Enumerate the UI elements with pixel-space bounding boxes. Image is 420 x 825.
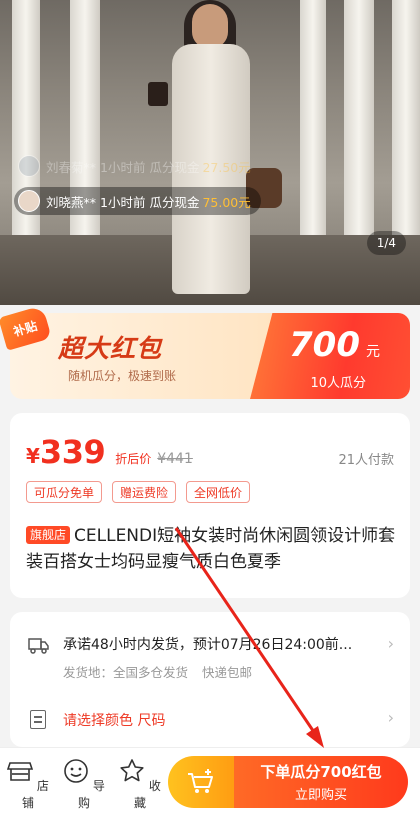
barrage-amount: 27.50元 bbox=[202, 159, 251, 175]
barrage-message: 刘晓燕** 1小时前 瓜分现金 75.00元 bbox=[14, 187, 261, 215]
tag-shipping-insurance[interactable]: 赠运费险 bbox=[112, 481, 177, 503]
barrage-action: 瓜分现金 bbox=[149, 159, 200, 175]
document-icon bbox=[30, 710, 46, 729]
avatar bbox=[18, 155, 40, 177]
model-face bbox=[192, 4, 228, 48]
original-price: ¥441 bbox=[157, 451, 193, 467]
promo-title: 超大红包 bbox=[58, 334, 163, 363]
barrage-user: 刘晓燕** bbox=[46, 194, 97, 210]
image-counter: 1/4 bbox=[366, 231, 406, 255]
star-icon bbox=[120, 759, 144, 782]
barrage-action: 瓜分现金 bbox=[149, 194, 200, 210]
paid-count: 21人付款 bbox=[338, 453, 394, 468]
promo-amount-value: 700 bbox=[289, 325, 360, 365]
product-title: 旗舰店 CELLENDI短袖女装时尚休闲圆领设计师套装百搭女士均码显瘦气质白色夏季 bbox=[26, 523, 398, 575]
truck-icon bbox=[28, 638, 49, 654]
price-value: 339 bbox=[39, 433, 106, 471]
flagship-store-badge: 旗舰店 bbox=[26, 526, 71, 544]
tag-lowest-price[interactable]: 全网低价 bbox=[186, 481, 251, 503]
currency-symbol: ¥ bbox=[26, 444, 40, 468]
promo-left: 超大红包 随机瓜分，极速到账 bbox=[10, 313, 280, 399]
customer-service-button[interactable]: 导购 bbox=[62, 758, 106, 811]
promo-subtitle: 随机瓜分，极速到账 bbox=[68, 369, 177, 383]
model-cup bbox=[148, 82, 168, 106]
store-icon bbox=[6, 762, 34, 781]
product-image-carousel[interactable]: 刘春菊** 1小时前 瓜分现金 27.50元 刘晓燕** 1小时前 瓜分现金 7… bbox=[0, 0, 420, 305]
chevron-right-icon[interactable]: › bbox=[388, 634, 394, 653]
add-to-cart-button[interactable] bbox=[168, 756, 234, 808]
barrage-message: 刘春菊** 1小时前 瓜分现金 27.50元 bbox=[14, 152, 261, 180]
customer-service-icon bbox=[64, 759, 88, 783]
select-spec-prompt[interactable]: 请选择颜色 尺码 bbox=[63, 710, 165, 730]
buy-now-button[interactable]: 下单瓜分700红包 立即购买 bbox=[234, 756, 408, 808]
bottom-action-bar: 店铺 导购 收藏 下单瓜分700红包 立即购买 bbox=[0, 747, 420, 825]
cart-icon bbox=[188, 769, 213, 793]
free-shipping-label: 快递包邮 bbox=[202, 665, 253, 680]
store-button[interactable]: 店铺 bbox=[6, 758, 50, 811]
purchase-buttons: 下单瓜分700红包 立即购买 bbox=[168, 756, 408, 808]
shipping-card: 承诺48小时内发货，预计07月26日24:00前... 发货地：全国多仓发货 快递… bbox=[10, 612, 410, 747]
price-card: ¥ 339 折后价 ¥441 21人付款 可瓜分免单 赠运费险 全网低价 旗舰店… bbox=[10, 413, 410, 598]
buy-main-label: 下单瓜分700红包 bbox=[260, 763, 382, 781]
barrage-time: 1小时前 bbox=[100, 194, 146, 210]
promo-amount-unit: 元 bbox=[366, 344, 380, 360]
chevron-right-icon[interactable]: › bbox=[388, 708, 394, 727]
buy-sub-label: 立即购买 bbox=[294, 788, 347, 803]
product-detail-page: 刘春菊** 1小时前 瓜分现金 27.50元 刘晓燕** 1小时前 瓜分现金 7… bbox=[0, 0, 420, 825]
shipping-origin: 发货地：全国多仓发货 bbox=[63, 665, 189, 680]
tag-list: 可瓜分免单 赠运费险 全网低价 bbox=[26, 481, 251, 503]
barrage-user: 刘春菊** bbox=[46, 159, 97, 175]
red-packet-banner[interactable]: 超大红包 随机瓜分，极速到账 700 元 10人瓜分 bbox=[10, 313, 410, 399]
promo-people-count: 10人瓜分 bbox=[310, 376, 366, 391]
price-after-label: 折后价 bbox=[115, 452, 152, 466]
promo-amount: 700 元 bbox=[289, 325, 380, 365]
barrage-amount: 75.00元 bbox=[202, 194, 251, 210]
shipping-details: 发货地：全国多仓发货 快递包邮 bbox=[63, 662, 252, 681]
favorite-button[interactable]: 收藏 bbox=[118, 758, 162, 811]
product-title-text: CELLENDI短袖女装时尚休闲圆领设计师套装百搭女士均码显瘦气质白色夏季 bbox=[26, 526, 396, 572]
shipping-promise[interactable]: 承诺48小时内发货，预计07月26日24:00前... bbox=[63, 634, 352, 654]
price-row: ¥ 339 折后价 ¥441 bbox=[26, 433, 193, 471]
promo-amount-panel: 700 元 10人瓜分 bbox=[250, 313, 410, 399]
tag-free-order[interactable]: 可瓜分免单 bbox=[26, 481, 103, 503]
barrage-time: 1小时前 bbox=[100, 159, 146, 175]
avatar bbox=[18, 190, 40, 212]
